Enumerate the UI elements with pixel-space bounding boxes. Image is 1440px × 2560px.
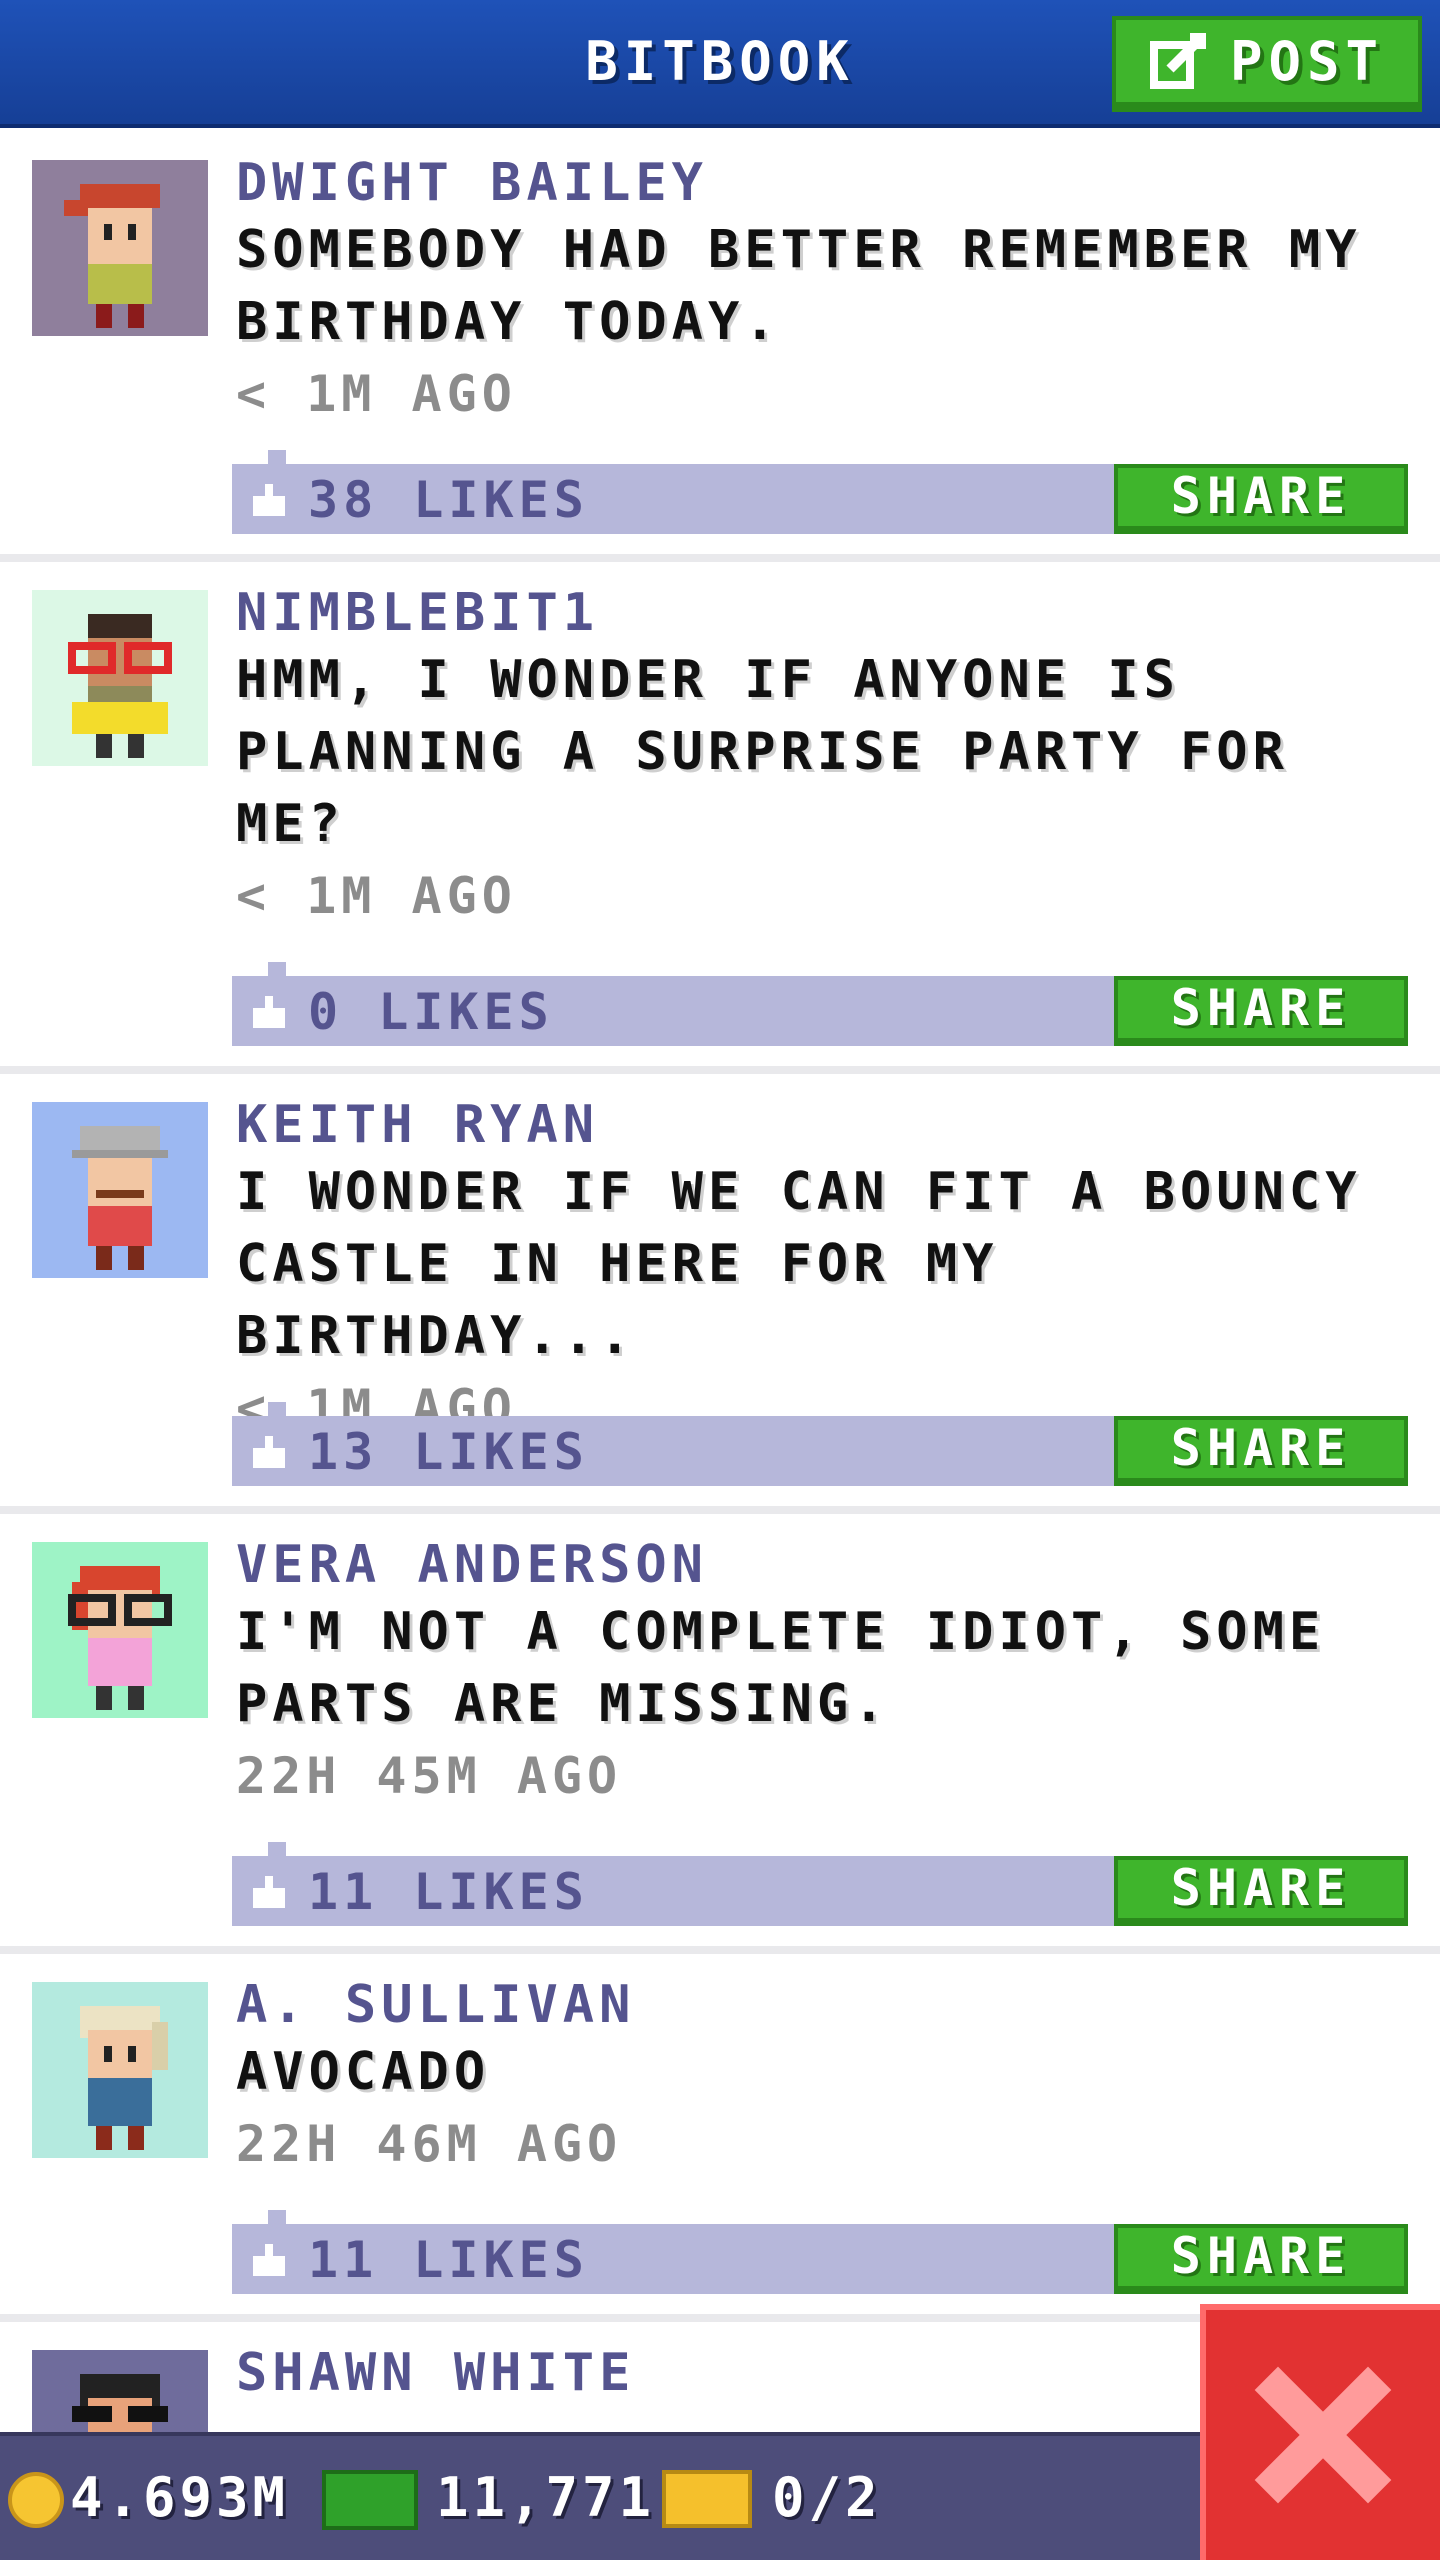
bux-icon — [322, 2470, 418, 2530]
post-timestamp: < 1M AGO — [236, 365, 517, 423]
blonde-person-icon — [80, 2006, 168, 2150]
share-button[interactable]: SHARE — [1114, 1416, 1408, 1486]
compose-icon — [1149, 33, 1206, 89]
avatar[interactable] — [32, 1982, 208, 2158]
post-timestamp: 22H 46M AGO — [236, 2115, 623, 2173]
post-author[interactable]: A. SULLIVAN — [236, 1974, 1416, 2036]
post-message-line: SOMEBODY HAD BETTER REMEMBER MY — [236, 220, 1362, 280]
likes-bar[interactable]: 38 LIKES SHARE — [232, 450, 1408, 534]
post-message-line: I WONDER IF WE CAN FIT A BOUNCY — [236, 1162, 1362, 1222]
thumbs-up-icon — [253, 996, 285, 1028]
post-message-line: CASTLE IN HERE FOR MY BIRTHDAY... — [236, 1234, 999, 1366]
post-author[interactable]: KEITH RYAN — [236, 1094, 1416, 1156]
feed-post: KEITH RYAN I WONDER IF WE CAN FIT A BOUN… — [0, 1074, 1440, 1514]
likes-bar[interactable]: 0 LIKES SHARE — [232, 962, 1408, 1046]
share-button[interactable]: SHARE — [1114, 2224, 1408, 2294]
feed-post: A. SULLIVAN AVOCADO 22H 46M AGO 11 LIKES… — [0, 1954, 1440, 2322]
tickets-value: 0/2 — [772, 2466, 882, 2529]
likes-count: 11 LIKES — [308, 2231, 589, 2289]
close-icon — [1254, 2366, 1392, 2504]
post-message-line: AVOCADO — [236, 2042, 491, 2102]
feed-post: NIMBLEBIT1 HMM, I WONDER IF ANYONE IS PL… — [0, 562, 1440, 1074]
post-message-line: I'M NOT A COMPLETE IDIOT, SOME — [236, 1602, 1326, 1662]
post-button-label: POST — [1229, 29, 1385, 93]
post-content: NIMBLEBIT1 HMM, I WONDER IF ANYONE IS PL… — [236, 582, 1416, 932]
post-message-line: HMM, I WONDER IF ANYONE IS — [236, 650, 1180, 710]
share-button[interactable]: SHARE — [1114, 464, 1408, 534]
thumbs-up-icon — [253, 484, 285, 516]
close-button[interactable] — [1200, 2304, 1440, 2560]
thumbs-up-icon — [253, 1436, 285, 1468]
post-message-line: BIRTHDAY TODAY. — [236, 292, 781, 352]
post-timestamp: 22H 45M AGO — [236, 1747, 623, 1805]
likes-bar[interactable]: 11 LIKES SHARE — [232, 2210, 1408, 2294]
feed-post: DWIGHT BAILEY SOMEBODY HAD BETTER REMEMB… — [0, 132, 1440, 562]
post-content: KEITH RYAN I WONDER IF WE CAN FIT A BOUN… — [236, 1094, 1416, 1444]
likes-bar[interactable]: 11 LIKES SHARE — [232, 1842, 1408, 1926]
post-message-line: PLANNING A SURPRISE PARTY FOR — [236, 722, 1289, 782]
kid-red-glasses-icon — [68, 614, 172, 758]
likes-count: 38 LIKES — [308, 471, 589, 529]
post-content: VERA ANDERSON I'M NOT A COMPLETE IDIOT, … — [236, 1534, 1416, 1812]
post-content: DWIGHT BAILEY SOMEBODY HAD BETTER REMEMB… — [236, 152, 1416, 430]
post-author[interactable]: DWIGHT BAILEY — [236, 152, 1416, 214]
avatar[interactable] — [32, 1542, 208, 1718]
post-author[interactable]: VERA ANDERSON — [236, 1534, 1416, 1596]
ticket-icon — [662, 2470, 752, 2528]
thumbs-up-icon — [253, 2244, 285, 2276]
likes-count: 0 LIKES — [308, 983, 554, 1041]
post-message-line: PARTS ARE MISSING. — [236, 1674, 890, 1734]
header-bar: BITBOOK POST — [0, 0, 1440, 128]
feed-post: VERA ANDERSON I'M NOT A COMPLETE IDIOT, … — [0, 1514, 1440, 1954]
avatar[interactable] — [32, 590, 208, 766]
bux-value: 11,771 — [436, 2466, 656, 2529]
post-button[interactable]: POST — [1112, 16, 1422, 112]
avatar[interactable] — [32, 160, 208, 336]
post-content: A. SULLIVAN AVOCADO 22H 46M AGO — [236, 1974, 1416, 2180]
post-timestamp: < 1M AGO — [236, 867, 517, 925]
likes-count: 13 LIKES — [308, 1423, 589, 1481]
likes-count: 11 LIKES — [308, 1863, 589, 1921]
old-man-grey-hat-icon — [72, 1126, 168, 1270]
post-author[interactable]: NIMBLEBIT1 — [236, 582, 1416, 644]
woman-red-hair-glasses-icon — [68, 1566, 172, 1710]
post-message-line: ME? — [236, 794, 345, 854]
man-red-cap-icon — [64, 184, 160, 328]
coins-value: 4.693M — [70, 2466, 290, 2529]
share-button[interactable]: SHARE — [1114, 1856, 1408, 1926]
feed-list[interactable]: DWIGHT BAILEY SOMEBODY HAD BETTER REMEMB… — [0, 132, 1440, 2542]
avatar[interactable] — [32, 1102, 208, 1278]
thumbs-up-icon — [253, 1876, 285, 1908]
likes-bar[interactable]: 13 LIKES SHARE — [232, 1402, 1408, 1486]
share-button[interactable]: SHARE — [1114, 976, 1408, 1046]
coin-icon — [8, 2472, 64, 2528]
